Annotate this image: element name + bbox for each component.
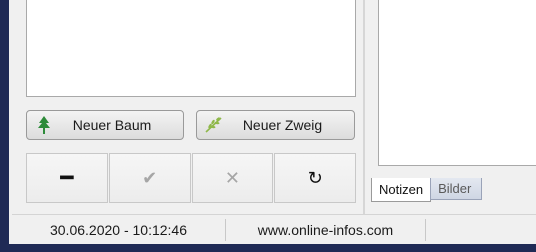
status-website: www.online-infos.com xyxy=(226,219,426,241)
status-empty-cell xyxy=(426,219,536,241)
panel-splitter[interactable] xyxy=(363,0,365,214)
cancel-button[interactable]: ✕ xyxy=(191,153,274,203)
notes-tabs: Notizen Bilder xyxy=(371,178,483,202)
branch-icon xyxy=(203,117,225,133)
tab-bilder[interactable]: Bilder xyxy=(430,178,483,200)
refresh-icon: ↻ xyxy=(307,167,323,188)
tree-icon xyxy=(33,116,55,134)
check-icon: ✔ xyxy=(142,167,158,188)
confirm-button[interactable]: ✔ xyxy=(108,153,191,203)
status-datetime: 30.06.2020 - 10:12:46 xyxy=(12,219,226,241)
new-branch-label: Neuer Zweig xyxy=(242,117,323,133)
delete-button[interactable]: ━ xyxy=(26,153,108,203)
cancel-icon: ✕ xyxy=(224,167,240,188)
tab-notizen[interactable]: Notizen xyxy=(371,178,432,202)
minus-icon: ━ xyxy=(60,165,74,190)
new-branch-button[interactable]: Neuer Zweig xyxy=(196,110,355,140)
tree-list[interactable] xyxy=(26,0,356,97)
app-window: Neuer Baum Neuer Zweig ━ ✔ ✕ ↻ Notizen B… xyxy=(0,0,536,252)
window-frame-bottom xyxy=(0,244,536,252)
new-tree-button[interactable]: Neuer Baum xyxy=(26,110,184,140)
notes-textarea[interactable] xyxy=(378,0,536,166)
status-bar: 30.06.2020 - 10:12:46 www.online-infos.c… xyxy=(12,214,536,245)
new-tree-label: Neuer Baum xyxy=(72,117,152,133)
refresh-button[interactable]: ↻ xyxy=(274,153,356,203)
tool-button-row: ━ ✔ ✕ ↻ xyxy=(26,153,356,203)
